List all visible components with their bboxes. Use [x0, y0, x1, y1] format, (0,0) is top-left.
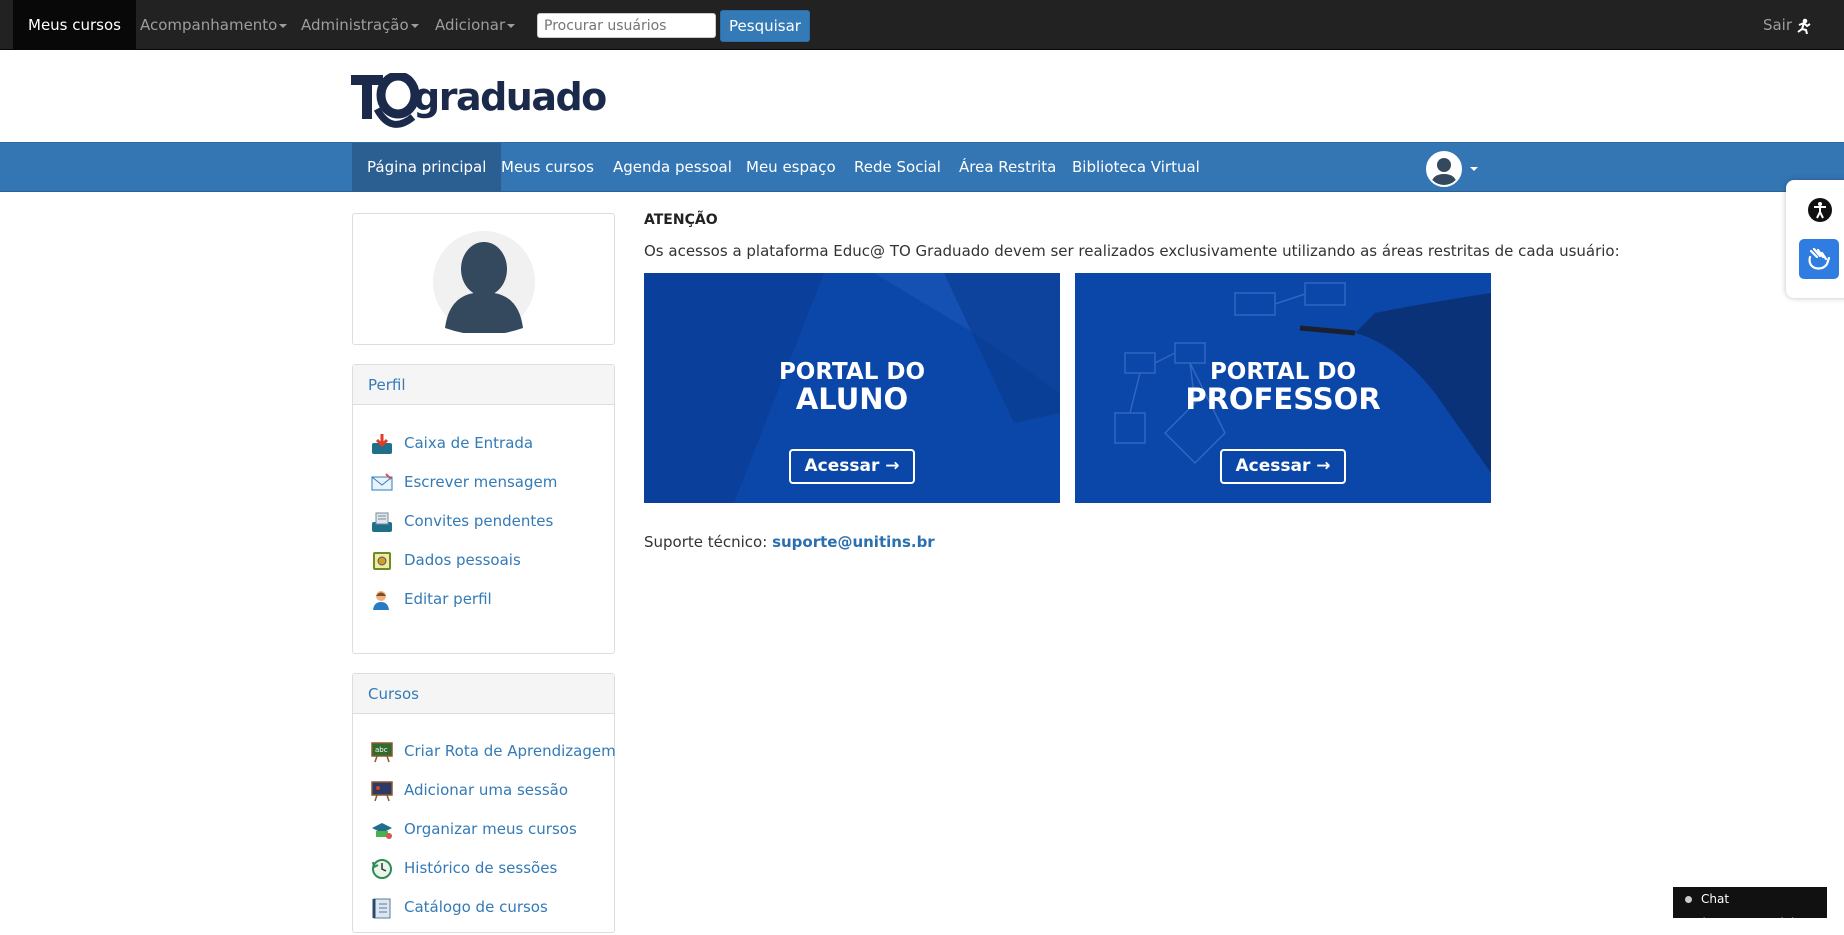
- top-navbar: Meus cursos Acompanhamento Administração…: [0, 0, 1844, 50]
- accessibility-widget: [1786, 180, 1844, 298]
- topbar-administration-label: Administração: [301, 16, 409, 34]
- nav-agenda[interactable]: Agenda pessoal: [598, 143, 747, 192]
- course-catalog-label: Catálogo de cursos: [404, 898, 548, 916]
- session-history-label: Histórico de sessões: [404, 859, 558, 877]
- organize-courses-label: Organizar meus cursos: [404, 820, 577, 838]
- arrow-right-icon: →: [885, 456, 900, 476]
- support-label: Suporte técnico:: [644, 533, 768, 551]
- student-access-label: Acessar: [804, 456, 880, 476]
- profile-panel-title: Perfil: [353, 365, 614, 405]
- user-menu-caret-icon[interactable]: [1470, 167, 1478, 171]
- main-nav: Página principal Meus cursos Agenda pess…: [0, 142, 1844, 192]
- topbar-my-courses-label: Meus cursos: [28, 16, 121, 34]
- add-session-label: Adicionar uma sessão: [404, 781, 569, 799]
- topbar-add-label: Adicionar: [435, 16, 506, 34]
- catalog-book-icon: [372, 898, 391, 919]
- togradudado-logo[interactable]: graduado: [351, 73, 606, 135]
- topbar-tracking-label: Acompanhamento: [140, 16, 278, 34]
- courses-panel-title: Cursos: [353, 674, 614, 714]
- session-board-icon: [371, 781, 393, 802]
- topbar-add-dropdown[interactable]: Adicionar: [435, 0, 516, 50]
- attention-heading: ATENÇÃO: [644, 212, 718, 228]
- teacher-portal-banner[interactable]: PORTAL DO PROFESSOR Acessar →: [1075, 273, 1491, 503]
- sign-language-icon[interactable]: [1799, 239, 1839, 279]
- user-silhouette-icon: [1431, 158, 1457, 185]
- nav-my-courses[interactable]: Meus cursos: [486, 143, 609, 192]
- nav-home[interactable]: Página principal: [352, 143, 502, 192]
- courses-panel: Cursos abc Criar Rota de Aprendizagem Ad…: [352, 673, 616, 933]
- nav-my-space[interactable]: Meu espaço: [731, 143, 851, 192]
- edit-profile-label: Editar perfil: [404, 590, 492, 608]
- nav-virtual-library[interactable]: Biblioteca Virtual: [1057, 143, 1215, 192]
- student-portal-banner[interactable]: PORTAL DO ALUNO Acessar →: [644, 273, 1060, 503]
- caret-down-icon: [410, 23, 419, 28]
- nav-restricted-area[interactable]: Área Restrita: [944, 143, 1071, 192]
- support-email-link[interactable]: suporte@unitins.br: [772, 533, 935, 551]
- user-edit-icon: [373, 591, 389, 610]
- avatar-card: [352, 213, 615, 345]
- status-dot-icon: [1685, 896, 1692, 903]
- arrow-right-icon: →: [1316, 456, 1331, 476]
- create-learning-path-label: Criar Rota de Aprendizagem: [404, 742, 616, 760]
- teacher-banner-line2: PROFESSOR: [1185, 382, 1381, 416]
- caret-down-icon: [279, 23, 288, 28]
- student-banner-line2: ALUNO: [795, 382, 909, 416]
- svg-text:graduado: graduado: [413, 75, 606, 119]
- topbar-administration-dropdown[interactable]: Administração: [301, 0, 419, 50]
- site-header: graduado: [0, 51, 1844, 142]
- svg-text:abc: abc: [375, 746, 388, 754]
- caret-down-icon: [507, 23, 516, 28]
- pending-invites-label: Convites pendentes: [404, 512, 554, 530]
- safe-icon: [373, 552, 391, 570]
- logout-link[interactable]: Sair: [1763, 0, 1812, 50]
- inbox-label: Caixa de Entrada: [404, 434, 534, 452]
- student-access-button[interactable]: Acessar →: [789, 449, 915, 484]
- access-message: Os acessos a plataforma Educ@ TO Graduad…: [644, 242, 1620, 260]
- graduation-cap-icon: [372, 823, 392, 839]
- technical-support: Suporte técnico: suporte@unitins.br: [644, 533, 935, 551]
- envelope-icon: [371, 473, 393, 491]
- chat-widget[interactable]: Chat (Desconectado): [1673, 887, 1827, 930]
- write-message-label: Escrever mensagem: [404, 473, 558, 491]
- nav-social-network[interactable]: Rede Social: [839, 143, 956, 192]
- logout-label: Sair: [1762, 16, 1792, 34]
- chalkboard-icon: abc: [371, 742, 393, 763]
- accessibility-icon[interactable]: [1807, 197, 1833, 223]
- topbar-my-courses[interactable]: Meus cursos: [13, 0, 136, 50]
- inbox-icon: [372, 434, 392, 454]
- teacher-access-label: Acessar: [1235, 456, 1311, 476]
- personal-data-label: Dados pessoais: [404, 551, 521, 569]
- chat-status-label: Chat (Desconectado): [1701, 892, 1796, 930]
- logout-icon: [1797, 18, 1811, 34]
- topbar-tracking-dropdown[interactable]: Acompanhamento: [140, 0, 288, 50]
- history-clock-icon: [372, 859, 392, 879]
- user-avatar-menu[interactable]: [1426, 151, 1462, 187]
- invite-tray-icon: [372, 512, 392, 532]
- user-search-input[interactable]: [537, 13, 716, 38]
- avatar: [433, 231, 535, 333]
- teacher-access-button[interactable]: Acessar →: [1220, 449, 1346, 484]
- search-button[interactable]: Pesquisar: [720, 10, 810, 42]
- profile-panel: Perfil Caixa de Entrada Escrever mensage…: [352, 364, 615, 654]
